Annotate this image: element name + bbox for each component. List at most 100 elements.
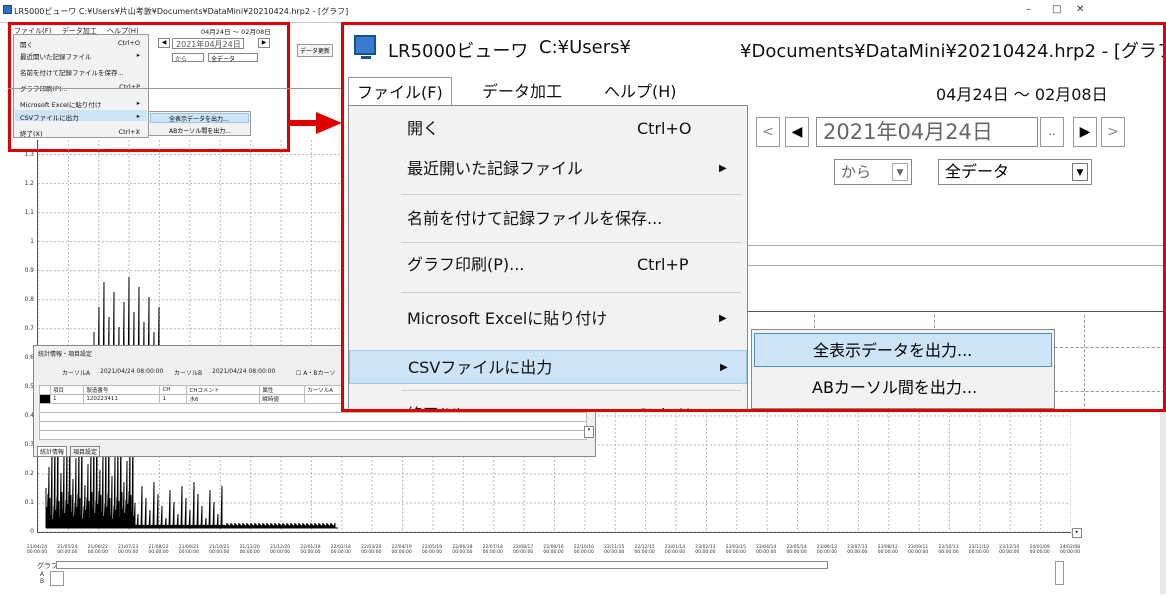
menu-item-saveas[interactable]: 名前を付けて記録ファイルを保存... bbox=[349, 202, 747, 236]
table-header-cell: 項目 bbox=[49, 385, 85, 395]
y-tick-label: 0.1 bbox=[24, 498, 34, 506]
table-header-cell: CHコメント bbox=[186, 385, 261, 395]
chevron-down-icon: ▼ bbox=[1072, 163, 1088, 181]
x-tick-label: 21/04/24 00:00:00 bbox=[26, 545, 48, 555]
table-cell: 120223411 bbox=[83, 394, 161, 404]
x-tick-label: 23/08/12 00:00:00 bbox=[877, 545, 898, 555]
zoom-menu-data[interactable]: データ加工 bbox=[474, 77, 570, 107]
submenu-item-all[interactable]: 全表示データを出力... bbox=[754, 333, 1052, 367]
table-row bbox=[39, 421, 587, 431]
ab-checkbox[interactable]: ☐ A・Bカーソ bbox=[296, 368, 336, 377]
zoom-all-data-select[interactable]: 全データ ▼ bbox=[938, 159, 1092, 185]
y-tick-label: 0 bbox=[30, 528, 34, 535]
table-header-cell bbox=[39, 385, 51, 395]
table-row bbox=[39, 412, 587, 422]
cursor-a-caption: カーソルA bbox=[62, 370, 91, 377]
x-tick-label: 21/12/20 00:00:00 bbox=[269, 545, 291, 555]
y-tick-label: 0.6 bbox=[24, 353, 34, 361]
chart-scroll-corner[interactable]: ▸ bbox=[1072, 528, 1082, 538]
y-tick-label: 1.2 bbox=[24, 179, 34, 187]
submenu-item-ab[interactable]: ABカーソル間を出力... bbox=[754, 371, 1052, 405]
x-tick-label: 23/10/11 00:00:00 bbox=[938, 545, 959, 555]
update-button-small[interactable]: データ更新 bbox=[297, 44, 333, 57]
x-tick-label: 21/07/23 00:00:00 bbox=[118, 545, 139, 555]
x-tick-label: 23/03/15 00:00:00 bbox=[725, 545, 746, 555]
table-cell: 水6 bbox=[186, 394, 261, 404]
zoom-menu-file[interactable]: ファイル(F) bbox=[348, 77, 452, 108]
table-header-cell: CH bbox=[159, 385, 188, 395]
x-tick-label: 22/01/19 00:00:00 bbox=[300, 545, 321, 555]
x-tick-label: 22/03/20 00:00:00 bbox=[361, 545, 382, 555]
prev-button[interactable]: ◀ bbox=[785, 117, 809, 147]
stats-scroll[interactable]: ▾ bbox=[584, 426, 594, 438]
x-tick-label: 22/12/15 00:00:00 bbox=[634, 545, 655, 555]
x-tick-label: 23/12/10 00:00:00 bbox=[999, 545, 1020, 555]
graph-label: グラフ bbox=[37, 562, 58, 570]
x-tick-label: 21/08/22 00:00:00 bbox=[148, 545, 169, 555]
x-tick-label: 22/02/18 00:00:00 bbox=[330, 545, 351, 555]
x-tick-label: 23/06/13 00:00:00 bbox=[816, 545, 838, 555]
zoom-file-dropdown: 開く Ctrl+O 最近開いた記録ファイル ▶ 名前を付けて記録ファイルを保存.… bbox=[348, 105, 748, 409]
callout-arrow-icon bbox=[288, 112, 342, 134]
menu-item-excel[interactable]: Microsoft Excelに貼り付け ▶ bbox=[349, 302, 747, 336]
menu-item-print[interactable]: グラフ印刷(P)... Ctrl+P bbox=[349, 248, 747, 282]
zoom-from-select[interactable]: から ▼ bbox=[834, 159, 912, 185]
y-tick-label: 1.1 bbox=[24, 208, 34, 216]
table-header-cell: 属性 bbox=[259, 385, 306, 395]
zoom-menu-help[interactable]: ヘルプ(H) bbox=[596, 77, 685, 107]
x-tick-label: 23/01/14 00:00:00 bbox=[664, 545, 686, 555]
x-tick-label: 21/06/22 00:00:00 bbox=[87, 545, 108, 555]
window-title: LR5000ビューワ C:¥Users¥片山考敦¥Documents¥DataM… bbox=[14, 7, 349, 16]
table-cell: 1 bbox=[159, 394, 188, 404]
y-tick-label: 1 bbox=[30, 237, 34, 245]
app-icon bbox=[354, 35, 376, 59]
y-tick-label: 0.5 bbox=[24, 382, 34, 390]
cursor-a-value: 2021/04/24 08:00:00 bbox=[100, 368, 164, 375]
zoom-panel: LR5000ビューワ C:¥Users¥ ¥Documents¥DataMini… bbox=[341, 22, 1166, 412]
menu-item-recent[interactable]: 最近開いた記録ファイル ▶ bbox=[349, 152, 747, 186]
prev-page-button[interactable]: < bbox=[756, 117, 780, 147]
date-picker-button[interactable]: .. bbox=[1040, 117, 1064, 147]
zoom-title-path1: C:¥Users¥ bbox=[539, 37, 631, 58]
y-tick-label: 0.4 bbox=[24, 411, 34, 419]
tab-items[interactable]: 項目設定 bbox=[70, 446, 101, 457]
minimize-button[interactable]: – bbox=[1026, 4, 1031, 15]
tab-stats[interactable]: 統計情報 bbox=[37, 446, 68, 457]
x-tick-label: 22/07/18 00:00:00 bbox=[482, 545, 503, 555]
x-tick-label: 24/01/09 00:00:00 bbox=[1029, 545, 1050, 555]
maximize-button[interactable]: □ bbox=[1052, 4, 1061, 15]
x-tick-label: 21/11/20 00:00:00 bbox=[239, 545, 260, 555]
zoom-csv-submenu: 全表示データを出力... ABカーソル間を出力... bbox=[751, 329, 1055, 409]
x-tick-label: 23/07/13 00:00:00 bbox=[847, 545, 868, 555]
graph-scrollbar[interactable] bbox=[56, 561, 828, 569]
table-cell: 1 bbox=[49, 394, 85, 404]
x-tick-label: 23/11/10 00:00:00 bbox=[968, 545, 989, 555]
x-tick-label: 22/09/16 00:00:00 bbox=[543, 545, 564, 555]
window-titlebar: LR5000ビューワ C:¥Users¥片山考敦¥Documents¥DataM… bbox=[0, 0, 1166, 22]
chevron-right-icon: ▶ bbox=[719, 313, 727, 324]
x-tick-label: 23/04/14 00:00:00 bbox=[756, 545, 777, 555]
next-button[interactable]: ▶ bbox=[1073, 117, 1097, 147]
cursor-a-label: A bbox=[40, 571, 45, 578]
cursor-b-value: 2021/04/24 08:00:00 bbox=[212, 368, 276, 375]
next-page-button[interactable]: > bbox=[1101, 117, 1125, 147]
x-tick-label: 22/06/18 00:00:00 bbox=[452, 545, 473, 555]
y-tick-label: 0.8 bbox=[24, 295, 34, 303]
menu-item-open[interactable]: 開く Ctrl+O bbox=[349, 112, 747, 146]
x-tick-label: 22/08/17 00:00:00 bbox=[513, 545, 534, 555]
chevron-right-icon: ▶ bbox=[719, 163, 727, 174]
x-tick-label: 21/05/24 00:00:00 bbox=[57, 545, 78, 555]
close-button[interactable]: ✕ bbox=[1076, 4, 1084, 15]
y-tick-label: 0.9 bbox=[24, 266, 34, 274]
x-tick-label: 23/05/14 00:00:00 bbox=[786, 545, 807, 555]
x-tick-label: 22/11/15 00:00:00 bbox=[604, 545, 625, 555]
zoom-title-app: LR5000ビューワ bbox=[388, 41, 529, 62]
cursor-ab-spinner[interactable] bbox=[50, 571, 64, 586]
x-tick-label: 21/09/21 00:00:00 bbox=[178, 545, 200, 555]
zoom-titlebar: LR5000ビューワ C:¥Users¥ ¥Documents¥DataMini… bbox=[344, 25, 1163, 69]
right-scroll[interactable] bbox=[1055, 561, 1064, 585]
table-header-cell: 製造番号 bbox=[83, 385, 161, 395]
menu-item-exit[interactable]: 終了(X) Ctrl+X bbox=[349, 376, 747, 409]
zoom-date-field[interactable]: 2021年04月24日 bbox=[816, 117, 1038, 147]
x-tick-label: 21/10/21 00:00:00 bbox=[209, 545, 230, 555]
